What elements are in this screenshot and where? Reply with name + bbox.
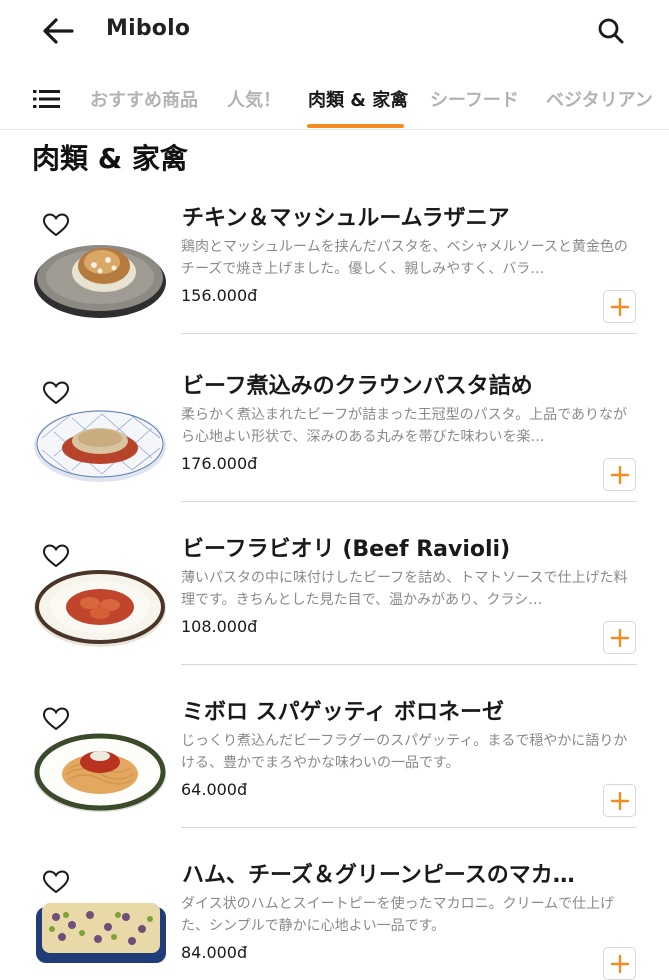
tab-vegetarian[interactable]: ベジタリアン <box>546 86 653 112</box>
add-to-cart-button[interactable] <box>603 947 636 980</box>
category-menu-button[interactable] <box>30 84 64 114</box>
product-price: 176.000đ <box>181 454 258 473</box>
product-item[interactable]: ビーフラビオリ (Beef Ravioli) 薄いパスタの中に味付けしたビーフを… <box>32 531 640 681</box>
back-button[interactable] <box>40 14 76 48</box>
product-name: ハム、チーズ＆グリーンピースのマカ… <box>182 863 575 888</box>
add-to-cart-button[interactable] <box>603 290 636 323</box>
add-to-cart-button[interactable] <box>603 621 636 654</box>
item-divider <box>181 827 637 828</box>
tab-recommended[interactable]: おすすめ商品 <box>90 86 198 112</box>
tab-seafood[interactable]: シーフード <box>430 86 519 112</box>
item-divider <box>181 664 637 665</box>
product-price: 156.000đ <box>181 286 258 305</box>
search-icon <box>598 18 624 44</box>
plus-icon <box>610 628 629 647</box>
product-price: 108.000đ <box>181 617 258 636</box>
top-app-bar: Mibolo <box>0 0 669 62</box>
plus-icon <box>610 954 629 973</box>
item-divider <box>181 501 637 502</box>
plus-icon <box>610 297 629 316</box>
heart-icon[interactable] <box>42 543 70 569</box>
heart-icon[interactable] <box>42 869 70 895</box>
tab-popular[interactable]: 人気！ <box>227 86 281 112</box>
section-title: 肉類 & 家禽 <box>32 142 188 175</box>
product-name: ビーフ煮込みのクラウンパスタ詰め <box>182 374 533 399</box>
product-item[interactable]: ビーフ煮込みのクラウンパスタ詰め 柔らかく煮込まれたビーフが詰まった王冠型のパス… <box>32 368 640 518</box>
product-description: じっくり煮込んだビーフラグーのスパゲッティ。まるで穏やかに語りかける、豊かでまろ… <box>181 733 628 771</box>
plus-icon <box>610 791 629 810</box>
heart-icon[interactable] <box>42 380 70 406</box>
arrow-left-icon <box>43 18 74 44</box>
category-tab-bar: おすすめ商品 人気！ 肉類 & 家禽 シーフード ベジタリアン <box>0 70 669 130</box>
product-price: 64.000đ <box>181 780 248 799</box>
add-to-cart-button[interactable] <box>603 458 636 491</box>
product-name: ミボロ スパゲッティ ボロネーゼ <box>182 700 504 725</box>
active-tab-indicator <box>307 124 404 128</box>
search-button[interactable] <box>592 12 630 50</box>
list-menu-icon <box>33 90 60 108</box>
heart-icon[interactable] <box>42 706 70 732</box>
product-item[interactable]: ミボロ スパゲッティ ボロネーゼ じっくり煮込んだビーフラグーのスパゲッティ。ま… <box>32 694 640 844</box>
product-item[interactable]: チキン＆マッシュルームラザニア 鶏肉とマッシュルームを挟んだパスタを、ベシャメル… <box>32 200 640 350</box>
product-description: ダイス状のハムとスイートピーを使ったマカロニ。クリームで仕上げた、シンプルで静か… <box>181 896 615 934</box>
product-description: 鶏肉とマッシュルームを挟んだパスタを、ベシャメルソースと黄金色のチーズで焼き上げ… <box>181 239 628 277</box>
app-title: Mibolo <box>106 16 191 41</box>
product-name: チキン＆マッシュルームラザニア <box>182 206 510 231</box>
tab-meat-poultry[interactable]: 肉類 & 家禽 <box>308 86 408 112</box>
product-name: ビーフラビオリ (Beef Ravioli) <box>182 537 511 562</box>
add-to-cart-button[interactable] <box>603 784 636 817</box>
product-description: 薄いパスタの中に味付けしたビーフを詰め、トマトソースで仕上げた料理です。きちんと… <box>181 570 628 608</box>
product-item[interactable]: ハム、チーズ＆グリーンピースのマカ… ダイス状のハムとスイートピーを使ったマカロ… <box>32 857 640 980</box>
plus-icon <box>610 465 629 484</box>
heart-icon[interactable] <box>42 212 70 238</box>
product-description: 柔らかく煮込まれたビーフが詰まった王冠型のパスタ。上品でありながら心地よい形状で… <box>181 407 628 445</box>
product-price: 84.000đ <box>181 943 248 962</box>
item-divider <box>181 333 637 334</box>
